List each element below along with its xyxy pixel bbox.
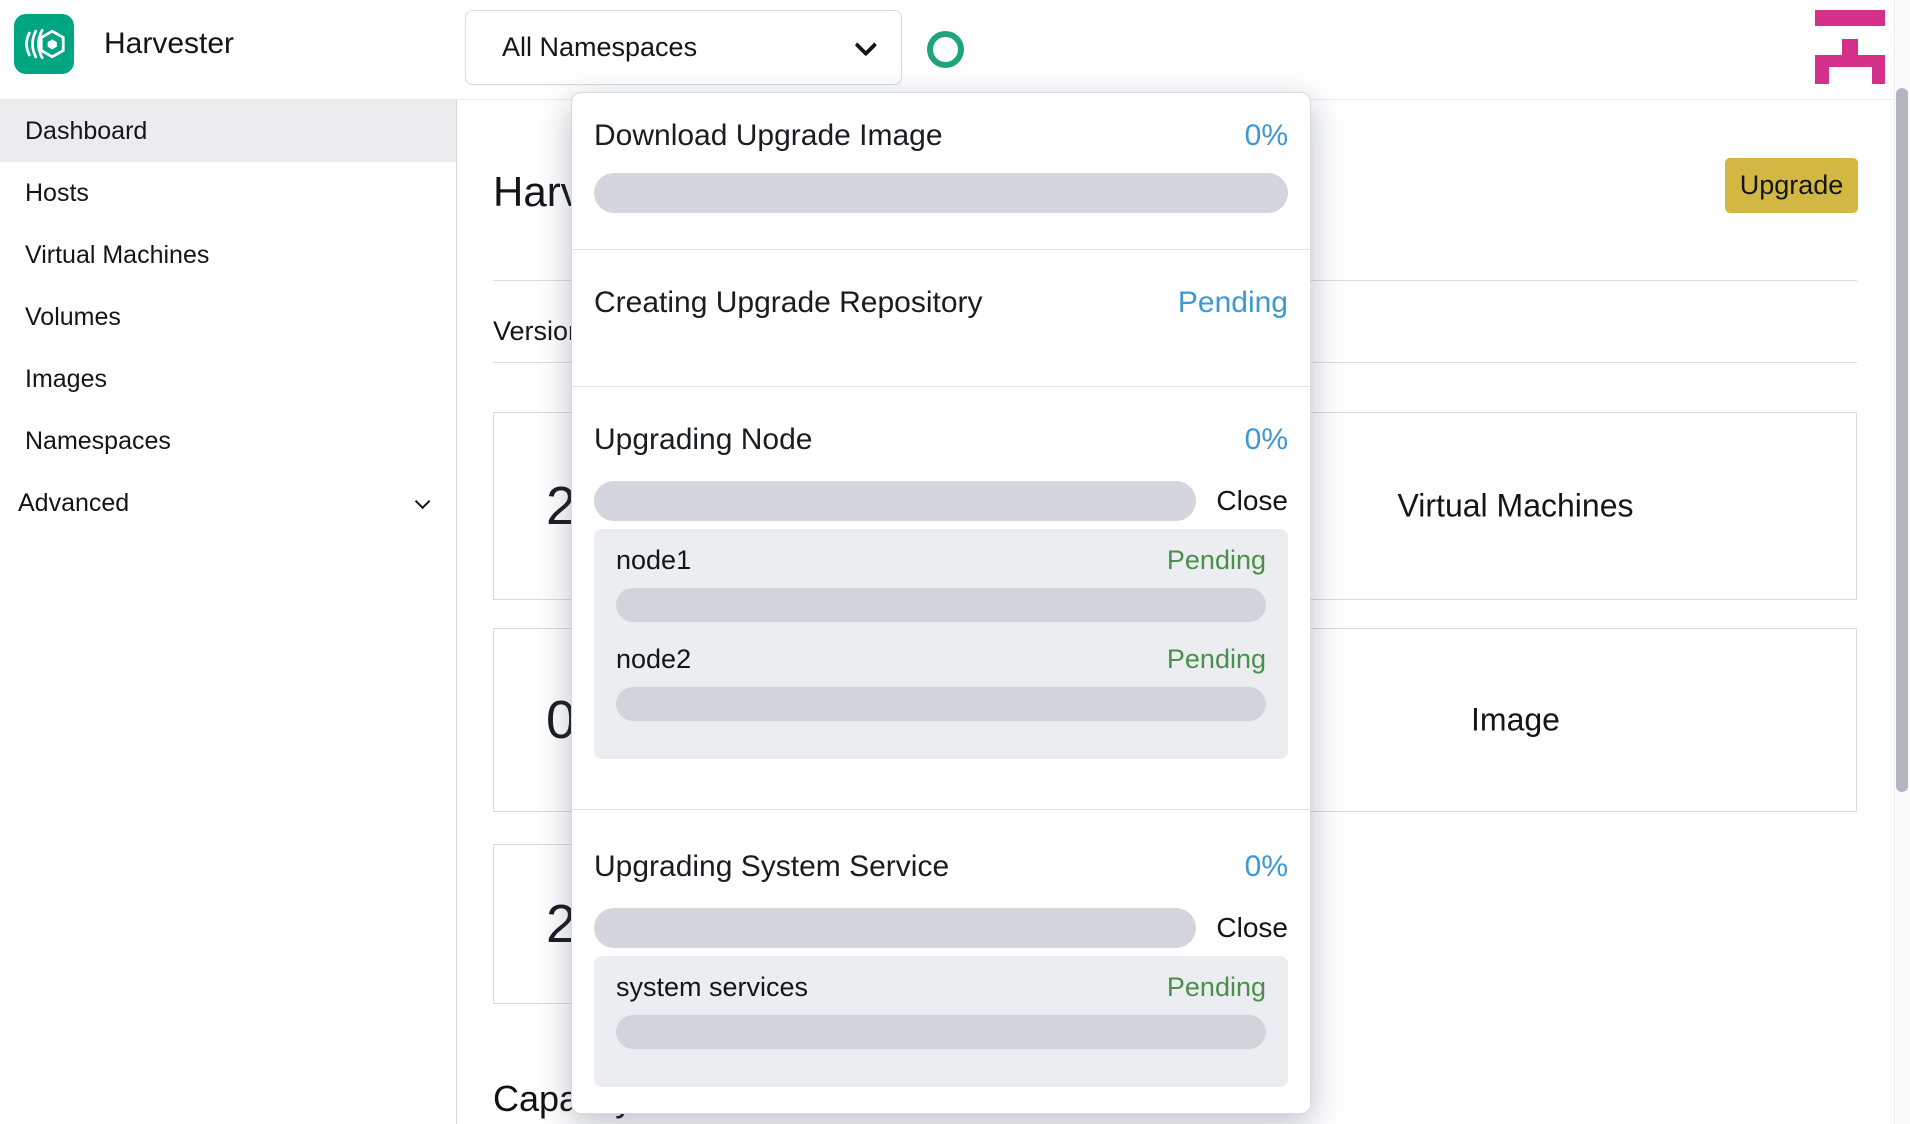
sidebar-item-label: Virtual Machines (25, 241, 209, 270)
namespace-select-value: All Namespaces (502, 32, 855, 63)
scrollbar-track (1894, 0, 1910, 1124)
harvester-logo-icon (14, 14, 74, 74)
namespace-select[interactable]: All Namespaces (465, 10, 902, 85)
sidebar-item-images[interactable]: Images (0, 348, 456, 410)
section-title: Download Upgrade Image (594, 119, 943, 153)
progress-bar (594, 173, 1288, 213)
status-ring-icon (927, 31, 964, 68)
user-avatar[interactable] (1815, 10, 1885, 84)
section-status: 0% (1245, 423, 1288, 457)
brand-home-link[interactable]: Harvester (14, 14, 234, 74)
section-upgrading-system-service: Upgrading System Service 0% Close system… (572, 810, 1310, 1087)
section-status: 0% (1245, 850, 1288, 884)
progress-bar (616, 1015, 1266, 1049)
chevron-down-icon (855, 33, 878, 56)
sidebar-nav: Dashboard Hosts Virtual Machines Volumes… (0, 100, 457, 1124)
sidebar-item-label: Images (25, 365, 107, 394)
progress-bar (616, 588, 1266, 622)
section-title: Creating Upgrade Repository (594, 286, 983, 320)
section-title: Upgrading System Service (594, 850, 949, 884)
node-name: node2 (616, 644, 691, 675)
section-download-upgrade-image: Download Upgrade Image 0% (572, 93, 1310, 250)
close-node-details-button[interactable]: Close (1196, 485, 1288, 517)
version-label: Version (493, 316, 583, 347)
avatar-shape (1815, 10, 1885, 26)
avatar-shape (1829, 67, 1872, 84)
chevron-down-icon (415, 493, 431, 509)
progress-bar (594, 908, 1196, 948)
section-title: Upgrading Node (594, 423, 812, 457)
section-status: 0% (1245, 119, 1288, 153)
section-upgrading-node: Upgrading Node 0% Close node1 Pending no (572, 387, 1310, 810)
progress-bar (616, 687, 1266, 721)
sidebar-item-label: Volumes (25, 303, 121, 332)
service-status: Pending (1167, 972, 1266, 1003)
sidebar-item-virtual-machines[interactable]: Virtual Machines (0, 224, 456, 286)
progress-bar (594, 481, 1196, 521)
node-status: Pending (1167, 545, 1266, 576)
close-service-details-button[interactable]: Close (1196, 912, 1288, 944)
service-progress-panel: system services Pending (594, 956, 1288, 1087)
sidebar-item-dashboard[interactable]: Dashboard (0, 100, 456, 162)
scrollbar-thumb[interactable] (1896, 88, 1908, 792)
sidebar-item-label: Advanced (18, 489, 129, 518)
node-status: Pending (1167, 644, 1266, 675)
sidebar-group-advanced[interactable]: Advanced (0, 472, 456, 534)
avatar-shape (1815, 55, 1885, 84)
harvester-app: Harvester All Namespaces Dashboard Hosts… (0, 0, 1910, 1124)
node-progress-panel: node1 Pending node2 Pending (594, 529, 1288, 759)
sidebar-item-label: Hosts (25, 179, 89, 208)
brand-title: Harvester (104, 27, 234, 61)
sidebar-item-namespaces[interactable]: Namespaces (0, 410, 456, 472)
sidebar-item-hosts[interactable]: Hosts (0, 162, 456, 224)
service-name: system services (616, 972, 808, 1003)
top-header: Harvester All Namespaces (0, 0, 1910, 100)
service-row: system services Pending (616, 972, 1266, 1049)
node-name: node1 (616, 545, 691, 576)
sidebar-item-volumes[interactable]: Volumes (0, 286, 456, 348)
sidebar-item-label: Dashboard (25, 117, 147, 146)
section-status: Pending (1178, 286, 1288, 320)
avatar-shape (1842, 39, 1858, 55)
upgrade-progress-popover: Download Upgrade Image 0% Creating Upgra… (571, 92, 1311, 1114)
sidebar-item-label: Namespaces (25, 427, 171, 456)
node-row: node2 Pending (616, 644, 1266, 721)
upgrade-button[interactable]: Upgrade (1725, 158, 1858, 213)
node-row: node1 Pending (616, 545, 1266, 622)
harvester-wheat-icon (22, 22, 66, 66)
section-creating-upgrade-repository: Creating Upgrade Repository Pending (572, 250, 1310, 387)
